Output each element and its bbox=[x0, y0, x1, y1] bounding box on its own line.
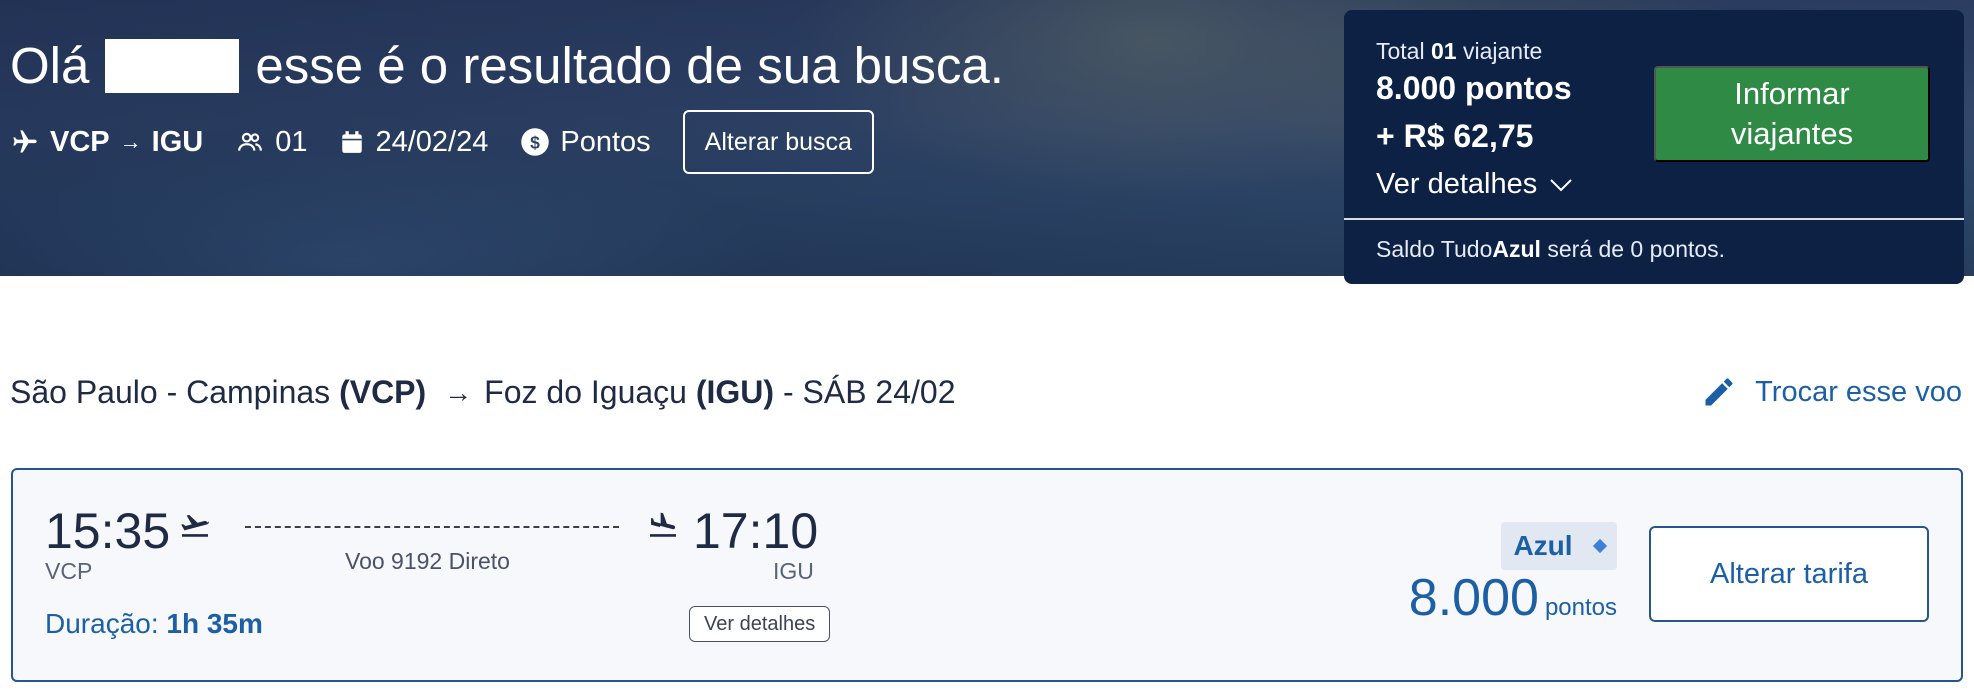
fare-price-value: 8.000 bbox=[1408, 569, 1539, 627]
passenger-count: 01 bbox=[275, 125, 308, 158]
arrival-code: IGU bbox=[773, 558, 814, 584]
page-title: Olá esse é o resultado de sua busca. bbox=[10, 36, 1004, 95]
total-count: 01 bbox=[1430, 38, 1457, 64]
flight-details-button[interactable]: Ver detalhes bbox=[689, 606, 831, 642]
coin-icon: $ bbox=[521, 128, 550, 156]
change-fare-button[interactable]: Alterar tarifa bbox=[1649, 526, 1929, 622]
search-summary: VCP → IGU 01 24/02/24 $ Pontos Alterar b… bbox=[10, 110, 874, 174]
flight-info: Voo 9192 Direto bbox=[345, 548, 510, 574]
swap-flight-link[interactable]: Trocar esse voo bbox=[1701, 374, 1962, 410]
fare-price: 8.000 pontos bbox=[1409, 568, 1617, 628]
passengers-summary: 01 bbox=[235, 126, 307, 159]
people-icon bbox=[238, 132, 263, 151]
saldo-prefix: Saldo Tudo bbox=[1376, 236, 1493, 262]
travel-date: 24/02/24 bbox=[375, 125, 489, 158]
arrival-time: 17:10 bbox=[693, 503, 819, 559]
booking-summary-panel: Total 01 viajante 8.000 pontos + R$ 62,7… bbox=[1344, 10, 1964, 284]
route-date: - SÁB 24/02 bbox=[782, 374, 956, 410]
origin-code-heading: (VCP) bbox=[339, 374, 427, 410]
origin-code: VCP bbox=[50, 125, 110, 158]
landing-icon bbox=[650, 512, 676, 537]
calendar-icon bbox=[342, 131, 363, 153]
airplane-icon bbox=[13, 130, 37, 153]
payment-summary: $ Pontos bbox=[520, 125, 651, 159]
total-label: Total bbox=[1376, 38, 1425, 64]
route-heading: São Paulo - Campinas (VCP) → Foz do Igua… bbox=[10, 374, 956, 411]
pencil-icon bbox=[1705, 378, 1733, 406]
departure-time: 15:35 bbox=[45, 503, 171, 559]
duration-label: Duração: bbox=[45, 608, 159, 639]
fare-name: Azul bbox=[1513, 530, 1573, 561]
greeting-prefix: Olá bbox=[10, 37, 90, 94]
total-travelers: Total 01 viajante bbox=[1376, 38, 1542, 65]
redacted-name bbox=[105, 38, 240, 93]
destination-city: Foz do Iguaçu bbox=[484, 374, 687, 410]
flight-duration: Duração: 1h 35m bbox=[45, 608, 263, 640]
alter-search-button[interactable]: Alterar busca bbox=[682, 110, 874, 174]
divider bbox=[1344, 218, 1964, 220]
chevron-down-icon bbox=[1550, 178, 1572, 191]
total-unit: viajante bbox=[1462, 38, 1543, 64]
summary-details-label: Ver detalhes bbox=[1376, 168, 1538, 200]
duration-value: 1h 35m bbox=[166, 608, 263, 639]
destination-code-heading: (IGU) bbox=[695, 374, 775, 410]
total-points: 8.000 pontos bbox=[1376, 70, 1572, 106]
points-balance-note: Saldo TudoAzul será de 0 pontos. bbox=[1376, 236, 1725, 263]
greeting-suffix: esse é o resultado de sua busca. bbox=[255, 37, 1004, 94]
summary-details-toggle[interactable]: Ver detalhes bbox=[1376, 168, 1573, 201]
destination-code: IGU bbox=[151, 125, 204, 158]
payment-type: Pontos bbox=[560, 125, 651, 158]
flight-card: 15:35 VCP Voo 9192 Direto 17:10 IGU Dura… bbox=[11, 468, 1963, 682]
inform-travelers-button[interactable]: Informar viajantes bbox=[1654, 66, 1930, 162]
origin-city: São Paulo - Campinas bbox=[10, 374, 331, 410]
svg-text:$: $ bbox=[530, 132, 540, 152]
flight-path-line bbox=[245, 526, 619, 528]
route-summary: VCP → IGU bbox=[10, 126, 203, 159]
fare-badge: Azul bbox=[1501, 522, 1617, 570]
arrow-right-icon: → bbox=[444, 376, 473, 408]
departure-code: VCP bbox=[45, 558, 93, 584]
fare-price-unit: pontos bbox=[1544, 594, 1617, 621]
swap-flight-label: Trocar esse voo bbox=[1755, 375, 1962, 408]
saldo-suffix: será de 0 pontos. bbox=[1547, 236, 1726, 262]
date-summary: 24/02/24 bbox=[339, 126, 488, 159]
total-cash: + R$ 62,75 bbox=[1376, 118, 1534, 154]
arrow-right-icon: → bbox=[119, 129, 142, 154]
diamond-icon bbox=[1592, 538, 1607, 554]
takeoff-icon bbox=[181, 514, 209, 537]
saldo-brand: Azul bbox=[1492, 236, 1541, 262]
